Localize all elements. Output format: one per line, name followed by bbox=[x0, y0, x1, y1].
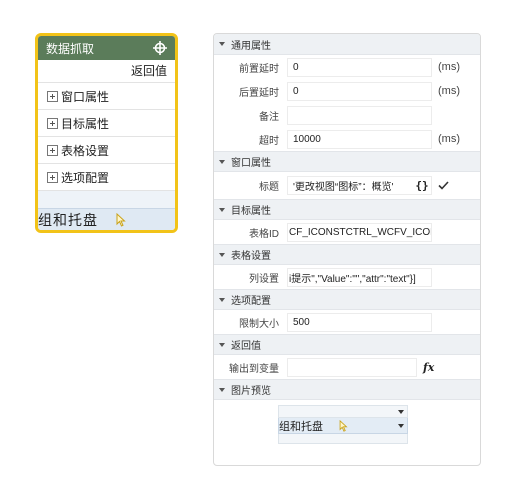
caret-down-icon bbox=[398, 424, 404, 428]
widget-header[interactable]: 数据抓取 bbox=[38, 36, 175, 60]
group-table-settings[interactable]: 表格设置 bbox=[38, 136, 175, 163]
section-title: 通用属性 bbox=[231, 40, 271, 52]
collapse-triangle-icon[interactable] bbox=[216, 159, 228, 164]
group-label: 窗口属性 bbox=[61, 89, 110, 104]
section-title: 选项配置 bbox=[231, 296, 271, 307]
section-title: 表格设置 bbox=[231, 251, 271, 262]
preview-image: 组和托盘 bbox=[278, 405, 408, 444]
expand-icon[interactable] bbox=[47, 117, 58, 129]
title-value: '更改视图“图标”：概览' bbox=[293, 182, 394, 193]
collapse-triangle-icon[interactable] bbox=[216, 297, 228, 302]
data-scrape-widget[interactable]: 数据抓取 返回值 窗口属性 目标属性 表格设置 选项配置 组和托盘 bbox=[35, 33, 178, 233]
prop-columns: 列设置 i提示","Value":"","attr":"text"}] bbox=[214, 265, 480, 289]
section-title: 目标属性 bbox=[231, 206, 271, 217]
collapse-triangle-icon[interactable] bbox=[216, 387, 228, 392]
unit-label: (ms) bbox=[438, 61, 460, 73]
collapse-triangle-icon[interactable] bbox=[216, 342, 228, 347]
return-value-label: 返回值 bbox=[130, 64, 167, 78]
check-icon[interactable] bbox=[438, 181, 449, 190]
pointer-cursor-icon bbox=[339, 419, 348, 432]
prop-title: 标题 '更改视图“图标”：概览' {} bbox=[214, 172, 480, 199]
section-preview[interactable]: 图片预览 bbox=[214, 379, 480, 400]
prop-pre-delay: 前置延时 0 (ms) bbox=[214, 55, 480, 79]
preview-bottom-row bbox=[278, 434, 408, 444]
section-options[interactable]: 选项配置 bbox=[214, 289, 480, 310]
function-fx-button[interactable]: fx bbox=[423, 361, 434, 374]
timeout-input[interactable]: 10000 bbox=[287, 129, 432, 149]
prop-label: 标题 bbox=[259, 182, 279, 193]
group-target-attrs[interactable]: 目标属性 bbox=[38, 109, 175, 136]
prop-label: 备注 bbox=[259, 111, 279, 123]
prop-timeout: 超时 10000 (ms) bbox=[214, 127, 480, 151]
prop-label: 表格ID bbox=[249, 228, 279, 240]
limit-input[interactable]: 500 bbox=[287, 312, 432, 332]
group-window-attrs[interactable]: 窗口属性 bbox=[38, 82, 175, 109]
widget-preview-blank bbox=[38, 190, 175, 208]
unit-label: (ms) bbox=[438, 133, 460, 145]
output-variable-input[interactable] bbox=[287, 357, 417, 377]
pre-delay-input[interactable]: 0 bbox=[287, 57, 432, 77]
crosshair-icon[interactable] bbox=[153, 41, 167, 55]
prop-label: 限制大小 bbox=[239, 318, 279, 330]
table-id-input[interactable]: CF_ICONSTCTRL_WCFV_ICON' bbox=[287, 222, 432, 242]
columns-input[interactable]: i提示","Value":"","attr":"text"}] bbox=[287, 267, 432, 287]
preview-text: 组和托盘 bbox=[279, 420, 323, 433]
section-title: 返回值 bbox=[231, 341, 261, 352]
widget-title: 数据抓取 bbox=[46, 41, 95, 56]
group-label: 表格设置 bbox=[61, 143, 110, 158]
prop-label: 后置延时 bbox=[239, 87, 279, 99]
group-options[interactable]: 选项配置 bbox=[38, 163, 175, 190]
unit-label: (ms) bbox=[438, 85, 460, 97]
prop-label: 列设置 bbox=[249, 273, 279, 285]
section-window[interactable]: 窗口属性 bbox=[214, 151, 480, 172]
group-label: 选项配置 bbox=[61, 170, 110, 185]
section-title: 图片预览 bbox=[231, 386, 271, 397]
collapse-triangle-icon[interactable] bbox=[216, 252, 228, 257]
group-label: 目标属性 bbox=[61, 116, 110, 131]
expand-icon[interactable] bbox=[47, 171, 58, 183]
property-panel: 通用属性 前置延时 0 (ms) 后置延时 0 (ms) 备注 超时 10000… bbox=[213, 33, 481, 466]
expression-braces-button[interactable]: {} bbox=[413, 179, 431, 192]
caret-down-icon bbox=[398, 410, 404, 414]
widget-preview-footer: 组和托盘 bbox=[38, 208, 175, 230]
prop-table-id: 表格ID CF_ICONSTCTRL_WCFV_ICON' bbox=[214, 220, 480, 244]
title-input[interactable]: '更改视图“图标”：概览' {} bbox=[287, 176, 432, 195]
expand-icon[interactable] bbox=[47, 90, 58, 102]
post-delay-input[interactable]: 0 bbox=[287, 81, 432, 101]
prop-limit: 限制大小 500 bbox=[214, 310, 480, 334]
image-preview: 组和托盘 bbox=[214, 400, 480, 462]
collapse-triangle-icon[interactable] bbox=[216, 207, 228, 212]
prop-label: 超时 bbox=[259, 135, 279, 147]
prop-note: 备注 bbox=[214, 103, 480, 127]
prop-label: 输出到变量 bbox=[229, 363, 279, 375]
preview-text: 组和托盘 bbox=[38, 211, 98, 228]
section-general[interactable]: 通用属性 bbox=[214, 34, 480, 55]
prop-label: 前置延时 bbox=[239, 63, 279, 75]
preview-selected-row: 组和托盘 bbox=[278, 418, 408, 434]
section-table[interactable]: 表格设置 bbox=[214, 244, 480, 265]
section-title: 窗口属性 bbox=[231, 158, 271, 169]
pointer-cursor-icon bbox=[116, 212, 126, 227]
expand-icon[interactable] bbox=[47, 144, 58, 156]
note-input[interactable] bbox=[287, 105, 432, 125]
prop-post-delay: 后置延时 0 (ms) bbox=[214, 79, 480, 103]
section-return[interactable]: 返回值 bbox=[214, 334, 480, 355]
prop-output-var: 输出到变量 fx bbox=[214, 355, 480, 379]
preview-dropdown-row bbox=[278, 405, 408, 418]
collapse-triangle-icon[interactable] bbox=[216, 42, 228, 46]
section-target[interactable]: 目标属性 bbox=[214, 199, 480, 220]
